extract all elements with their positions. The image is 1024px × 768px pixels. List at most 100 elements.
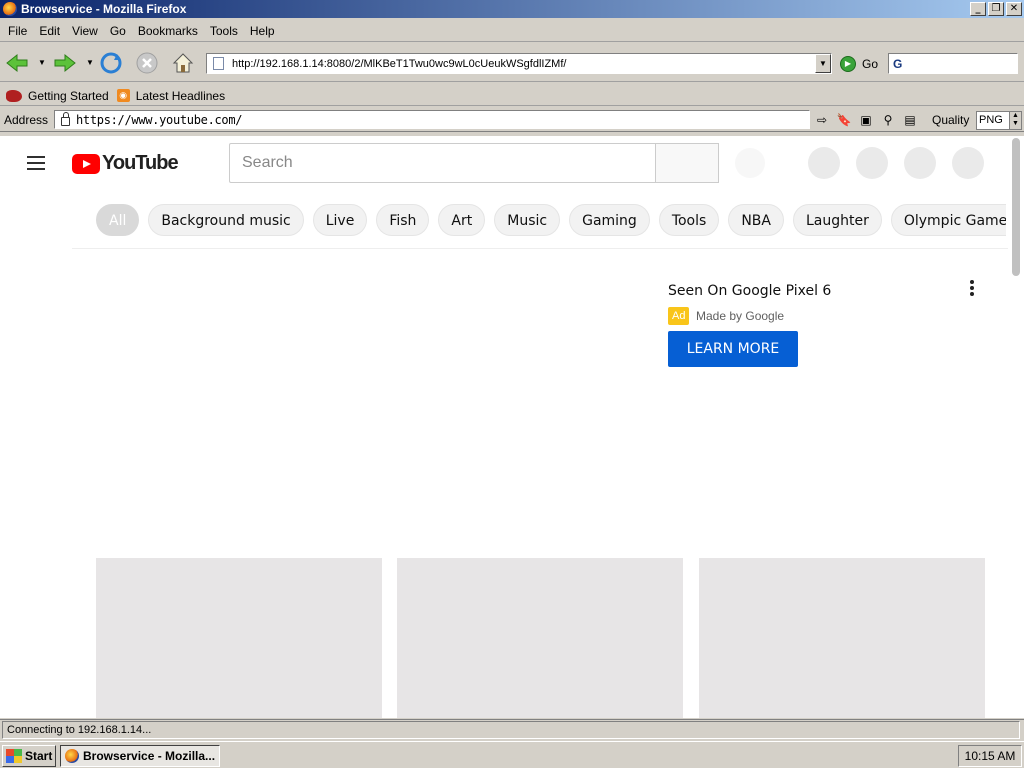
browservice-address-bar: Address https://www.youtube.com/ ⇨ 🔖 ▣ ⚲… <box>0 108 1024 132</box>
go-label: Go <box>862 57 879 71</box>
youtube-logo-text: YouTube <box>102 152 179 174</box>
address-input[interactable]: https://www.youtube.com/ <box>54 110 810 129</box>
divider <box>72 248 1008 249</box>
chip-music[interactable]: Music <box>494 204 561 236</box>
create-icon[interactable] <box>808 147 840 179</box>
ad-badge: Ad <box>668 307 690 325</box>
chip-art[interactable]: Art <box>438 204 486 236</box>
chip-background-music[interactable]: Background music <box>148 204 304 236</box>
video-thumbnail-placeholder[interactable] <box>699 558 985 718</box>
bookmarks-toolbar: Getting Started ◉ Latest Headlines <box>0 86 1024 106</box>
stop-icon <box>136 52 158 74</box>
forward-button[interactable] <box>52 50 78 76</box>
more-options-icon[interactable] <box>966 280 978 300</box>
forward-dropdown-icon[interactable]: ▼ <box>86 58 94 67</box>
chip-fish[interactable]: Fish <box>376 204 430 236</box>
bookmark-latest-headlines[interactable]: ◉ Latest Headlines <box>116 88 226 103</box>
bookmark-label: Latest Headlines <box>135 88 226 103</box>
google-search-icon[interactable]: G <box>893 57 902 71</box>
address-label: Address <box>4 112 49 127</box>
clipboard-icon[interactable]: ▤ <box>902 112 918 128</box>
find-icon[interactable]: ⚲ <box>880 112 896 128</box>
chip-all[interactable]: All <box>96 204 140 236</box>
chip-gaming[interactable]: Gaming <box>569 204 650 236</box>
notifications-icon[interactable] <box>904 147 936 179</box>
maximize-button[interactable]: ❐ <box>988 2 1004 16</box>
close-button[interactable]: ✕ <box>1006 2 1022 16</box>
bookmark-getting-started[interactable]: Getting Started <box>6 89 109 103</box>
forward-arrow-icon <box>54 53 76 73</box>
chip-olympic-games[interactable]: Olympic Games <box>890 204 1006 236</box>
vertical-scrollbar[interactable] <box>1012 138 1020 276</box>
video-thumbnail-placeholder[interactable] <box>96 558 382 718</box>
address-value[interactable]: https://www.youtube.com/ <box>76 113 243 127</box>
youtube-logo[interactable]: YouTube <box>72 152 179 175</box>
search-placeholder: Search <box>242 154 293 171</box>
home-button[interactable] <box>170 50 196 76</box>
page-icon <box>213 57 224 70</box>
back-dropdown-icon[interactable]: ▼ <box>38 58 46 67</box>
minimize-button[interactable]: _ <box>970 2 986 16</box>
filter-chips: All Background music Live Fish Art Music Gamin… <box>96 204 1006 236</box>
page-viewport[interactable]: YouTube Search All Background music Live Fi… <box>0 136 1024 718</box>
task-label: Browservice - Mozilla... <box>83 749 216 763</box>
menu-go[interactable]: Go <box>104 24 132 38</box>
reload-button[interactable] <box>98 50 124 76</box>
chip-nba[interactable]: NBA <box>728 204 784 236</box>
rss-feed-icon: ◉ <box>116 89 130 102</box>
chip-live[interactable]: Live <box>312 204 368 236</box>
bookmark-icon[interactable]: 🔖 <box>836 112 852 128</box>
status-text: Connecting to 192.168.1.14... <box>2 721 1020 739</box>
video-thumbnail-placeholder[interactable] <box>397 558 683 718</box>
firefox-bookmark-icon <box>6 89 22 102</box>
start-button[interactable]: Start <box>2 745 56 767</box>
quality-select[interactable]: PNG ▲ ▼ <box>976 111 1022 130</box>
taskbar-firefox-item[interactable]: Browservice - Mozilla... <box>60 745 220 767</box>
save-icon[interactable]: ▣ <box>858 112 874 128</box>
menu-icon[interactable] <box>27 156 45 170</box>
navigation-toolbar: ▼ ▼ http://192.168.1.14:8080/2/MlKBeT1Tw… <box>0 44 1024 82</box>
window-controls: _ ❐ ✕ <box>970 2 1022 16</box>
quality-label: Quality <box>932 113 970 127</box>
ad-advertiser: Made by Google <box>696 309 785 323</box>
learn-more-button[interactable]: LEARN MORE <box>668 331 798 367</box>
address-tools: ⇨ 🔖 ▣ ⚲ ▤ <box>814 112 918 128</box>
chip-laughter[interactable]: Laughter <box>792 204 882 236</box>
system-clock: 10:15 AM <box>958 745 1022 767</box>
reload-icon <box>100 52 122 74</box>
go-arrow-icon: ▶ <box>840 56 856 72</box>
youtube-play-icon <box>72 153 100 174</box>
menu-tools[interactable]: Tools <box>204 24 244 38</box>
apps-icon[interactable] <box>856 147 888 179</box>
bookmark-label: Getting Started <box>28 88 109 103</box>
menu-file[interactable]: File <box>2 24 33 38</box>
youtube-search-input[interactable]: Search <box>229 143 656 183</box>
start-label: Start <box>25 749 53 763</box>
window-titlebar: Browservice - Mozilla Firefox _ ❐ ✕ <box>0 0 1024 18</box>
back-button[interactable] <box>4 50 30 76</box>
youtube-search-button[interactable] <box>655 143 719 183</box>
firefox-icon <box>3 2 17 16</box>
taskbar: Start Browservice - Mozilla... 10:15 AM <box>0 741 1024 768</box>
windows-logo-icon <box>6 749 22 763</box>
voice-search-icon[interactable] <box>735 148 765 178</box>
firefox-icon <box>65 749 79 763</box>
menu-edit[interactable]: Edit <box>33 24 66 38</box>
menu-bar: File Edit View Go Bookmarks Tools Help <box>0 21 1024 42</box>
menu-view[interactable]: View <box>66 24 104 38</box>
avatar[interactable] <box>952 147 984 179</box>
go-button[interactable]: ▶ Go <box>840 56 878 72</box>
home-icon <box>172 53 194 73</box>
url-text[interactable]: http://192.168.1.14:8080/2/MlKBeT1Twu0wc… <box>232 58 815 70</box>
url-bar[interactable]: http://192.168.1.14:8080/2/MlKBeT1Twu0wc… <box>206 53 832 74</box>
ad-title[interactable]: Seen On Google Pixel 6 <box>668 283 831 299</box>
quality-spinner-icon[interactable]: ▲ ▼ <box>1009 112 1021 129</box>
stop-button[interactable] <box>134 50 160 76</box>
quality-value: PNG <box>979 114 1003 126</box>
menu-bookmarks[interactable]: Bookmarks <box>132 24 204 38</box>
url-dropdown-icon[interactable]: ▼ <box>815 54 831 73</box>
menu-help[interactable]: Help <box>244 24 281 38</box>
chip-tools[interactable]: Tools <box>658 204 720 236</box>
navigate-arrow-icon[interactable]: ⇨ <box>814 112 830 128</box>
web-search-input[interactable]: G <box>888 53 1018 74</box>
